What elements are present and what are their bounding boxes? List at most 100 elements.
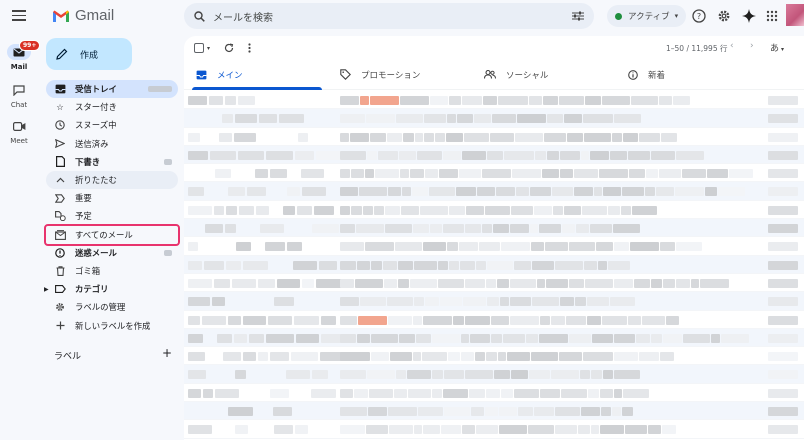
table-row[interactable] <box>184 274 804 293</box>
gmail-logo[interactable]: Gmail <box>52 7 114 24</box>
redacted-block <box>598 260 607 270</box>
table-row[interactable] <box>184 128 804 146</box>
redacted-block <box>463 297 486 307</box>
rail-item-chat[interactable]: Chat <box>0 82 38 109</box>
table-row[interactable] <box>184 237 804 256</box>
sidebar-item-all-mail[interactable]: すべてのメール <box>44 223 180 246</box>
redacted-block <box>528 425 554 435</box>
redacted-block <box>209 96 223 105</box>
redacted-block <box>676 242 702 252</box>
input-tools-button[interactable]: あ ▾ <box>770 41 784 54</box>
table-row[interactable] <box>184 219 804 238</box>
tab-updates[interactable]: 新着 <box>616 60 760 89</box>
redacted-block <box>423 425 440 435</box>
sidebar-item-manage-labels[interactable]: ラベルの管理 <box>46 298 178 316</box>
redacted-block <box>188 297 210 307</box>
sidebar-item-categories[interactable]: ▶ カテゴリ <box>44 280 178 298</box>
redacted-date <box>768 114 798 124</box>
table-row[interactable] <box>184 384 804 403</box>
redacted-block <box>539 224 561 234</box>
apps-grid-icon[interactable] <box>764 8 780 24</box>
more-options-icon[interactable] <box>248 43 251 53</box>
sidebar-item-drafts[interactable]: 下書き <box>46 153 178 171</box>
redacted-block <box>420 205 448 215</box>
main-menu-icon[interactable] <box>12 10 26 24</box>
unread-badge: 99+ <box>19 40 41 51</box>
add-label-plus-icon[interactable]: + <box>162 347 172 362</box>
rail-item-meet[interactable]: Meet <box>0 118 38 145</box>
gemini-sparkle-icon[interactable] <box>741 8 757 24</box>
redacted-block <box>385 224 412 234</box>
redacted-block <box>375 169 399 179</box>
redacted-block <box>634 278 650 288</box>
table-row[interactable] <box>184 109 804 128</box>
redacted-block <box>645 187 655 197</box>
table-row[interactable] <box>184 91 804 110</box>
select-all-checkbox[interactable]: ▾ <box>194 43 210 53</box>
sidebar-item-trash[interactable]: ゴミ箱 <box>46 262 178 280</box>
sidebar-item-inbox[interactable]: 受信トレイ <box>46 80 178 99</box>
table-row[interactable] <box>184 164 804 183</box>
redacted-block <box>636 333 650 343</box>
tab-promotions[interactable]: プロモーション <box>328 60 472 89</box>
search-options-icon[interactable] <box>572 11 584 21</box>
redacted-block <box>459 169 481 179</box>
chevron-right-icon[interactable]: › <box>750 41 754 51</box>
table-row[interactable] <box>184 420 804 439</box>
redacted-block <box>567 132 583 142</box>
redacted-block <box>374 205 384 215</box>
tab-social[interactable]: ソーシャル <box>472 60 616 89</box>
table-row[interactable] <box>184 328 804 348</box>
table-row[interactable] <box>184 145 804 165</box>
sidebar-item-snoozed[interactable]: スヌーズ中 <box>46 116 178 134</box>
redacted-block <box>517 114 546 124</box>
gear-icon[interactable] <box>716 8 732 24</box>
redacted-block <box>648 425 661 435</box>
redacted-block <box>438 278 464 288</box>
table-row[interactable] <box>184 201 804 220</box>
redacted-block <box>387 132 402 142</box>
redacted-block <box>388 407 417 417</box>
sidebar-item-label: 受信トレイ <box>75 84 117 95</box>
redacted-block <box>440 297 462 307</box>
redacted-block <box>340 425 365 435</box>
table-row[interactable] <box>184 292 804 311</box>
redacted-block <box>587 297 609 307</box>
redacted-block <box>215 169 231 179</box>
redacted-block <box>590 224 612 234</box>
sidebar-item-sent[interactable]: 送信済み <box>46 135 178 153</box>
chevron-left-icon[interactable]: ‹ <box>730 41 734 51</box>
sidebar-item-important[interactable]: 重要 <box>46 189 178 207</box>
important-icon <box>54 193 66 203</box>
table-row[interactable] <box>184 255 804 274</box>
tab-primary[interactable]: メイン <box>184 60 328 90</box>
compose-button[interactable]: 作成 <box>46 38 132 70</box>
caret-right-icon[interactable]: ▶ <box>44 286 49 293</box>
account-avatar[interactable] <box>786 4 804 26</box>
sidebar-item-scheduled[interactable]: 予定 <box>46 207 178 225</box>
search-input[interactable]: メールを検索 <box>213 9 572 24</box>
redacted-block <box>483 96 497 105</box>
sidebar-item-collapse[interactable]: 折りたたむ <box>46 170 178 190</box>
redacted-block <box>547 114 563 124</box>
table-row[interactable] <box>184 402 804 421</box>
search-icon[interactable] <box>194 10 205 22</box>
refresh-icon[interactable] <box>224 43 234 53</box>
sidebar-item-create-label[interactable]: 新しいラベルを作成 <box>46 316 178 334</box>
table-row[interactable] <box>184 311 804 329</box>
sidebar-item-starred[interactable]: ☆ スター付き <box>46 98 178 116</box>
help-icon[interactable]: ? <box>691 8 707 24</box>
table-row[interactable] <box>184 365 804 384</box>
redacted-block <box>408 388 431 398</box>
redacted-block <box>432 333 460 343</box>
sidebar-item-spam[interactable]: 迷惑メール <box>46 244 178 262</box>
table-row[interactable] <box>184 182 804 201</box>
redacted-block <box>682 169 706 179</box>
redacted-block <box>188 388 201 398</box>
status-selector[interactable]: アクティブ ▾ <box>607 5 687 27</box>
rail-item-label: Chat <box>10 101 28 109</box>
redacted-date <box>768 187 798 197</box>
table-row[interactable] <box>184 347 804 366</box>
search-bar[interactable]: メールを検索 <box>184 3 594 29</box>
rail-item-mail[interactable]: 99+ Mail <box>0 40 41 71</box>
